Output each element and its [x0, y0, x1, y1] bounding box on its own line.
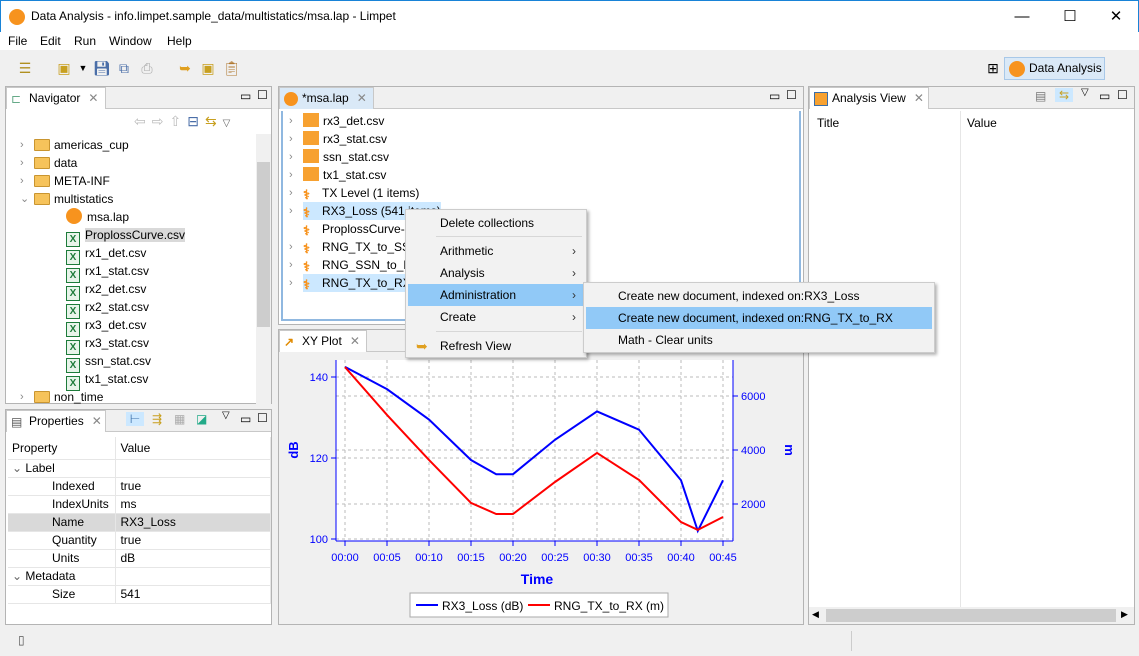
y-tick-label: 120 [310, 453, 328, 465]
menu-item-refresh-view[interactable]: ➥ Refresh View [408, 335, 584, 357]
x-tick-label: 00:40 [667, 552, 695, 564]
menu-separator [436, 236, 582, 237]
legend-label: RNG_TX_to_RX (m) [554, 599, 664, 613]
x-tick-label: 00:15 [457, 552, 485, 564]
scroll-right-icon[interactable]: ▶ [1121, 609, 1128, 620]
x-tick-label: 00:25 [541, 552, 569, 564]
menu-item-administration[interactable]: Administration › [408, 284, 584, 306]
refresh-icon: ➥ [416, 338, 428, 354]
menu-item-label: Analysis [440, 266, 485, 280]
menu-item-label: Delete collections [440, 216, 535, 230]
view-menu-icon[interactable]: ▽ [1081, 87, 1089, 98]
menu-item-label: Arithmetic [440, 244, 494, 258]
y2-tick-label: 6000 [741, 391, 765, 403]
scroll-left-icon[interactable]: ◀ [812, 609, 819, 620]
chevron-right-icon: › [572, 266, 576, 280]
x-tick-label: 00:30 [583, 552, 611, 564]
menu-item-label: Math - Clear units [618, 333, 713, 347]
menu-item-analysis[interactable]: Analysis › [408, 262, 584, 284]
submenu-item[interactable]: Create new document, indexed on:RX3_Loss [586, 285, 932, 307]
x-tick-label: 00:10 [415, 552, 443, 564]
x-tick-label: 00:00 [331, 552, 359, 564]
menu-item-delete-collections[interactable]: Delete collections [408, 212, 584, 234]
submenu-item[interactable]: Math - Clear units [586, 329, 932, 351]
analysis-view-panel: Analysis View ✕ ▤ ⇆ ▽ ▭ ☐ Title Value ◀ ▶ [808, 86, 1135, 625]
status-bar: ▯ [0, 628, 1139, 656]
context-menu: Delete collections Arithmetic › Analysis › Ad… [405, 209, 587, 358]
tab-label: Analysis View [832, 91, 906, 105]
column-title[interactable]: Title [817, 116, 839, 130]
column-divider [960, 111, 961, 607]
menu-item-label: Refresh View [440, 339, 512, 353]
x-tick-label: 00:20 [499, 552, 527, 564]
menu-item-label: Create [440, 310, 477, 324]
y-tick-label: 100 [310, 534, 328, 546]
status-divider [851, 631, 852, 651]
x-tick-label: 00:45 [709, 552, 737, 564]
y2-tick-label: 2000 [741, 499, 765, 511]
analysis-icon [814, 92, 828, 106]
minimize-icon[interactable]: ▭ [1099, 89, 1110, 103]
x-axis-label: Time [521, 571, 554, 587]
y2-axis-label: m [782, 444, 797, 456]
scrollbar-thumb[interactable] [826, 609, 1116, 622]
chevron-right-icon: › [572, 288, 576, 302]
legend-label: RX3_Loss (dB) [442, 599, 523, 613]
y2-tick-label: 4000 [741, 445, 765, 457]
administration-submenu: Create new document, indexed on:RX3_Loss… [583, 282, 935, 353]
copy-icon[interactable]: ▤ [1035, 89, 1046, 103]
close-tab-icon[interactable]: ✕ [914, 91, 924, 105]
x-tick-label: 00:05 [373, 552, 401, 564]
tab-analysis-view[interactable]: Analysis View ✕ [809, 87, 929, 109]
maximize-icon[interactable]: ☐ [1117, 88, 1128, 102]
y-tick-label: 140 [310, 372, 328, 384]
chevron-right-icon: › [572, 244, 576, 258]
x-tick-label: 00:35 [625, 552, 653, 564]
menu-item-label: Create new document, indexed on:RX3_Loss [618, 289, 860, 303]
menu-item-label: Administration [440, 288, 517, 302]
horizontal-scrollbar[interactable]: ◀ ▶ [809, 607, 1134, 624]
link-icon[interactable]: ⇆ [1055, 88, 1073, 102]
submenu-item[interactable]: Create new document, indexed on:RNG_TX_t… [586, 307, 932, 329]
menu-separator [436, 331, 582, 332]
menu-item-create[interactable]: Create › [408, 306, 584, 328]
menu-item-label: Create new document, indexed on:RNG_TX_t… [618, 311, 893, 325]
chevron-right-icon: › [572, 310, 576, 324]
menu-item-arithmetic[interactable]: Arithmetic › [408, 240, 584, 262]
column-value[interactable]: Value [967, 116, 997, 130]
y-axis-label: dB [286, 441, 301, 458]
fast-view-icon[interactable]: ▯ [18, 633, 25, 647]
analysis-tab-header: Analysis View ✕ ▤ ⇆ ▽ ▭ ☐ [809, 87, 1134, 109]
